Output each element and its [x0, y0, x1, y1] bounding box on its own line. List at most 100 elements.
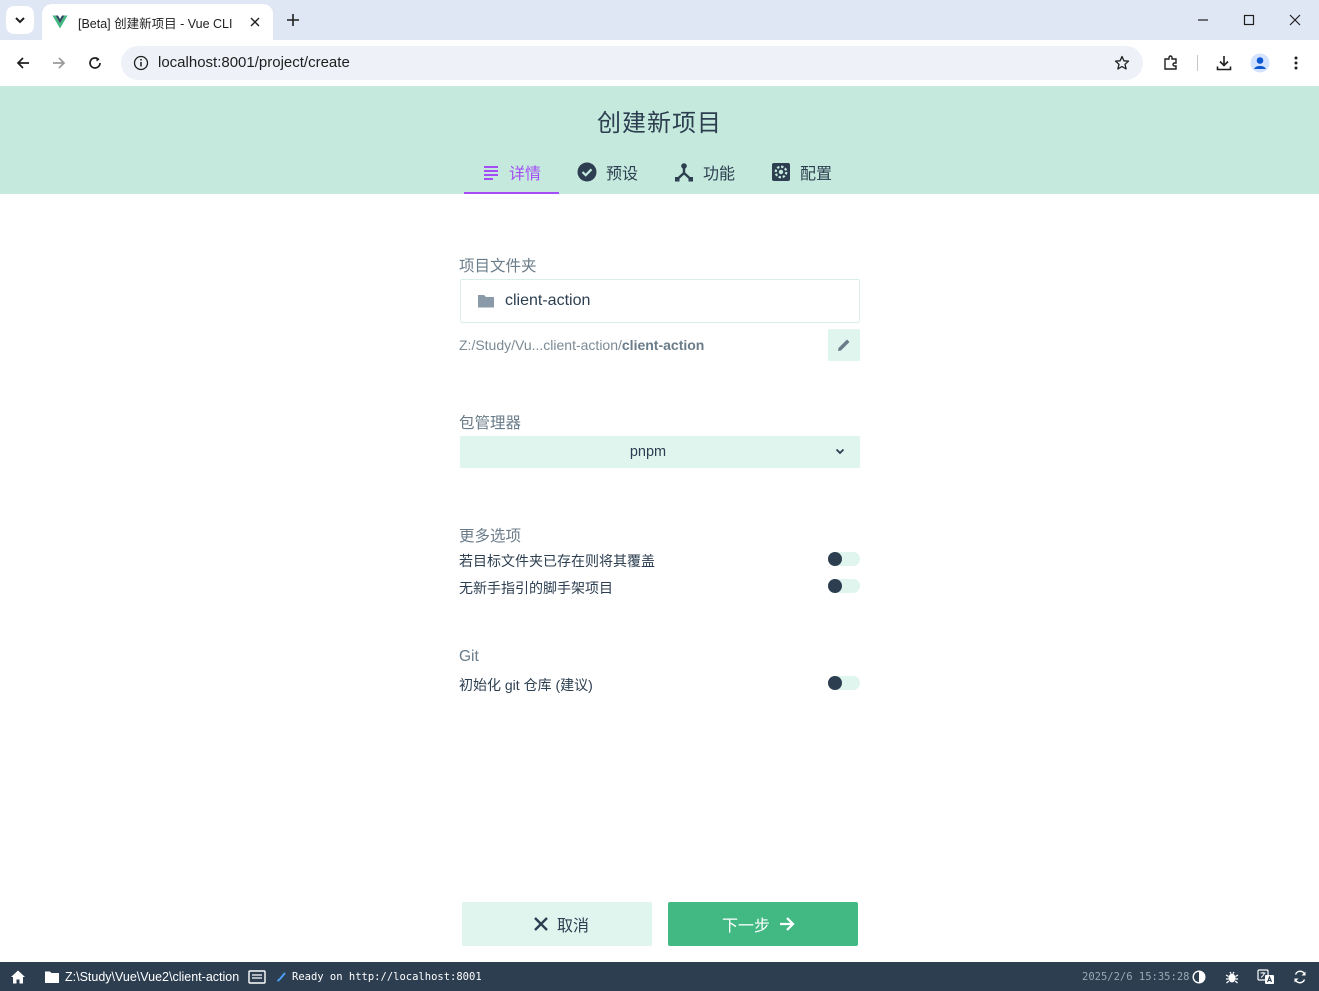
chevron-down-icon — [15, 17, 25, 24]
tab-presets-label: 预设 — [606, 166, 639, 183]
more-vert-icon — [1294, 56, 1298, 70]
tab-title: [Beta] 创建新项目 - Vue CLI — [78, 16, 233, 31]
browser-menu-button[interactable] — [1282, 49, 1310, 77]
clock: 2025/2/6 15:35:28 — [1082, 962, 1189, 991]
toggle-knob — [828, 579, 842, 593]
device-hub-icon — [675, 163, 694, 182]
bug-icon — [1225, 971, 1239, 983]
arrow-right-icon — [53, 57, 66, 69]
minimize-button[interactable] — [1189, 6, 1217, 34]
refresh-button[interactable] — [1293, 962, 1307, 991]
edit-path-button[interactable] — [828, 329, 860, 361]
pencil-icon — [838, 339, 850, 351]
tab-config-label: 配置 — [800, 166, 833, 183]
project-folder-label: 项目文件夹 — [459, 258, 537, 275]
next-label: 下一步 — [721, 918, 770, 935]
option-skip-guide-toggle[interactable] — [828, 579, 860, 593]
cwd-path: Z:\Study\Vue\Vue2\client-action — [65, 969, 240, 984]
toggle-knob — [828, 676, 842, 690]
log-message: Ready on http://localhost:8001 — [292, 970, 482, 983]
browser-toolbar: localhost:8001/project/create — [0, 40, 1319, 86]
close-icon — [534, 917, 548, 931]
home-button[interactable] — [10, 962, 26, 991]
home-icon — [11, 970, 25, 983]
folder-icon — [478, 295, 494, 308]
toggle-knob — [828, 552, 842, 566]
project-path-prefix: Z:/Study/Vu...client-action/ — [459, 337, 622, 353]
package-manager-value: pnpm — [629, 444, 667, 460]
back-button[interactable] — [9, 49, 37, 77]
check-circle-icon — [577, 162, 597, 182]
more-options-label: 更多选项 — [459, 528, 522, 545]
maximize-button[interactable] — [1235, 6, 1263, 34]
arrow-left-icon — [16, 57, 29, 69]
option-overwrite-label: 若目标文件夹已存在则将其覆盖 — [459, 553, 655, 569]
browser-tab[interactable]: [Beta] 创建新项目 - Vue CLI — [42, 4, 273, 40]
url-text[interactable]: localhost:8001/project/create — [158, 54, 350, 71]
package-manager-label: 包管理器 — [459, 415, 522, 432]
next-button[interactable]: 下一步 — [668, 902, 858, 946]
download-icon — [1216, 56, 1232, 71]
contrast-icon — [1192, 969, 1206, 984]
reload-icon — [89, 57, 101, 69]
package-manager-select[interactable]: pnpm — [460, 436, 860, 468]
tab-search-button[interactable] — [6, 6, 34, 34]
page-title: 创建新项目 — [597, 110, 722, 137]
project-folder-value[interactable]: client-action — [505, 292, 590, 310]
toolbar-divider — [1197, 55, 1198, 71]
translate-icon — [1257, 968, 1274, 984]
bookmark-star-icon[interactable] — [1111, 52, 1133, 74]
profile-button[interactable] — [1246, 49, 1274, 77]
tab-details[interactable]: 详情 — [464, 150, 560, 194]
console-icon — [248, 969, 266, 984]
bug-report-button[interactable] — [1225, 962, 1239, 991]
vue-logo-icon — [52, 15, 68, 29]
git-init-toggle[interactable] — [828, 676, 860, 690]
project-path: Z:/Study/Vu...client-action/client-actio… — [459, 337, 704, 353]
settings-applications-icon — [772, 163, 791, 181]
cancel-label: 取消 — [556, 918, 589, 935]
cancel-button[interactable]: 取消 — [462, 902, 652, 946]
git-init-label: 初始化 git 仓库 (建议) — [459, 677, 593, 693]
site-info-icon[interactable] — [130, 52, 152, 74]
chevron-down-icon — [835, 448, 845, 455]
option-skip-guide-label: 无新手指引的脚手架项目 — [459, 580, 613, 596]
project-folder-input[interactable]: client-action — [460, 279, 860, 323]
puzzle-icon — [1164, 55, 1177, 70]
app-header: 创建新项目 详情 预设 功能 配置 — [0, 86, 1319, 194]
address-bar[interactable]: localhost:8001/project/create — [121, 46, 1143, 80]
theme-toggle-button[interactable] — [1192, 962, 1206, 991]
tab-presets[interactable]: 预设 — [559, 150, 656, 194]
downloads-button[interactable] — [1210, 49, 1238, 77]
forward-button[interactable] — [45, 49, 73, 77]
close-window-button[interactable] — [1281, 6, 1309, 34]
tab-config[interactable]: 配置 — [753, 150, 850, 194]
extensions-button[interactable] — [1157, 49, 1185, 77]
reload-button[interactable] — [81, 49, 109, 77]
tab-features[interactable]: 功能 — [656, 150, 753, 194]
brush-icon — [276, 971, 286, 982]
new-tab-button[interactable] — [281, 8, 305, 32]
folder-icon — [45, 971, 59, 983]
minimize-icon — [1198, 19, 1208, 21]
git-label: Git — [459, 648, 479, 665]
maximize-icon — [1243, 14, 1255, 26]
status-bar: Z:\Study\Vue\Vue2\client-action Ready on… — [0, 962, 1319, 991]
account-avatar-icon — [1250, 53, 1270, 73]
project-path-name: client-action — [621, 337, 705, 353]
step-tabs: 详情 预设 功能 配置 — [464, 150, 850, 194]
option-overwrite-toggle[interactable] — [828, 552, 860, 566]
timestamp: 2025/2/6 15:35:28 — [1082, 970, 1190, 983]
tab-close-icon[interactable] — [245, 12, 265, 32]
tab-features-label: 功能 — [703, 166, 736, 183]
translate-button[interactable] — [1257, 962, 1275, 991]
refresh-icon — [1294, 970, 1306, 983]
arrow-forward-icon — [780, 917, 795, 931]
plus-icon — [287, 14, 299, 26]
tab-details-label: 详情 — [509, 166, 542, 183]
log-button[interactable]: Ready on http://localhost:8001 — [248, 962, 482, 991]
cwd-button[interactable]: Z:\Study\Vue\Vue2\client-action — [44, 962, 239, 991]
close-icon — [1289, 14, 1301, 26]
browser-tab-strip: [Beta] 创建新项目 - Vue CLI — [0, 0, 1319, 40]
subject-icon — [484, 166, 498, 180]
